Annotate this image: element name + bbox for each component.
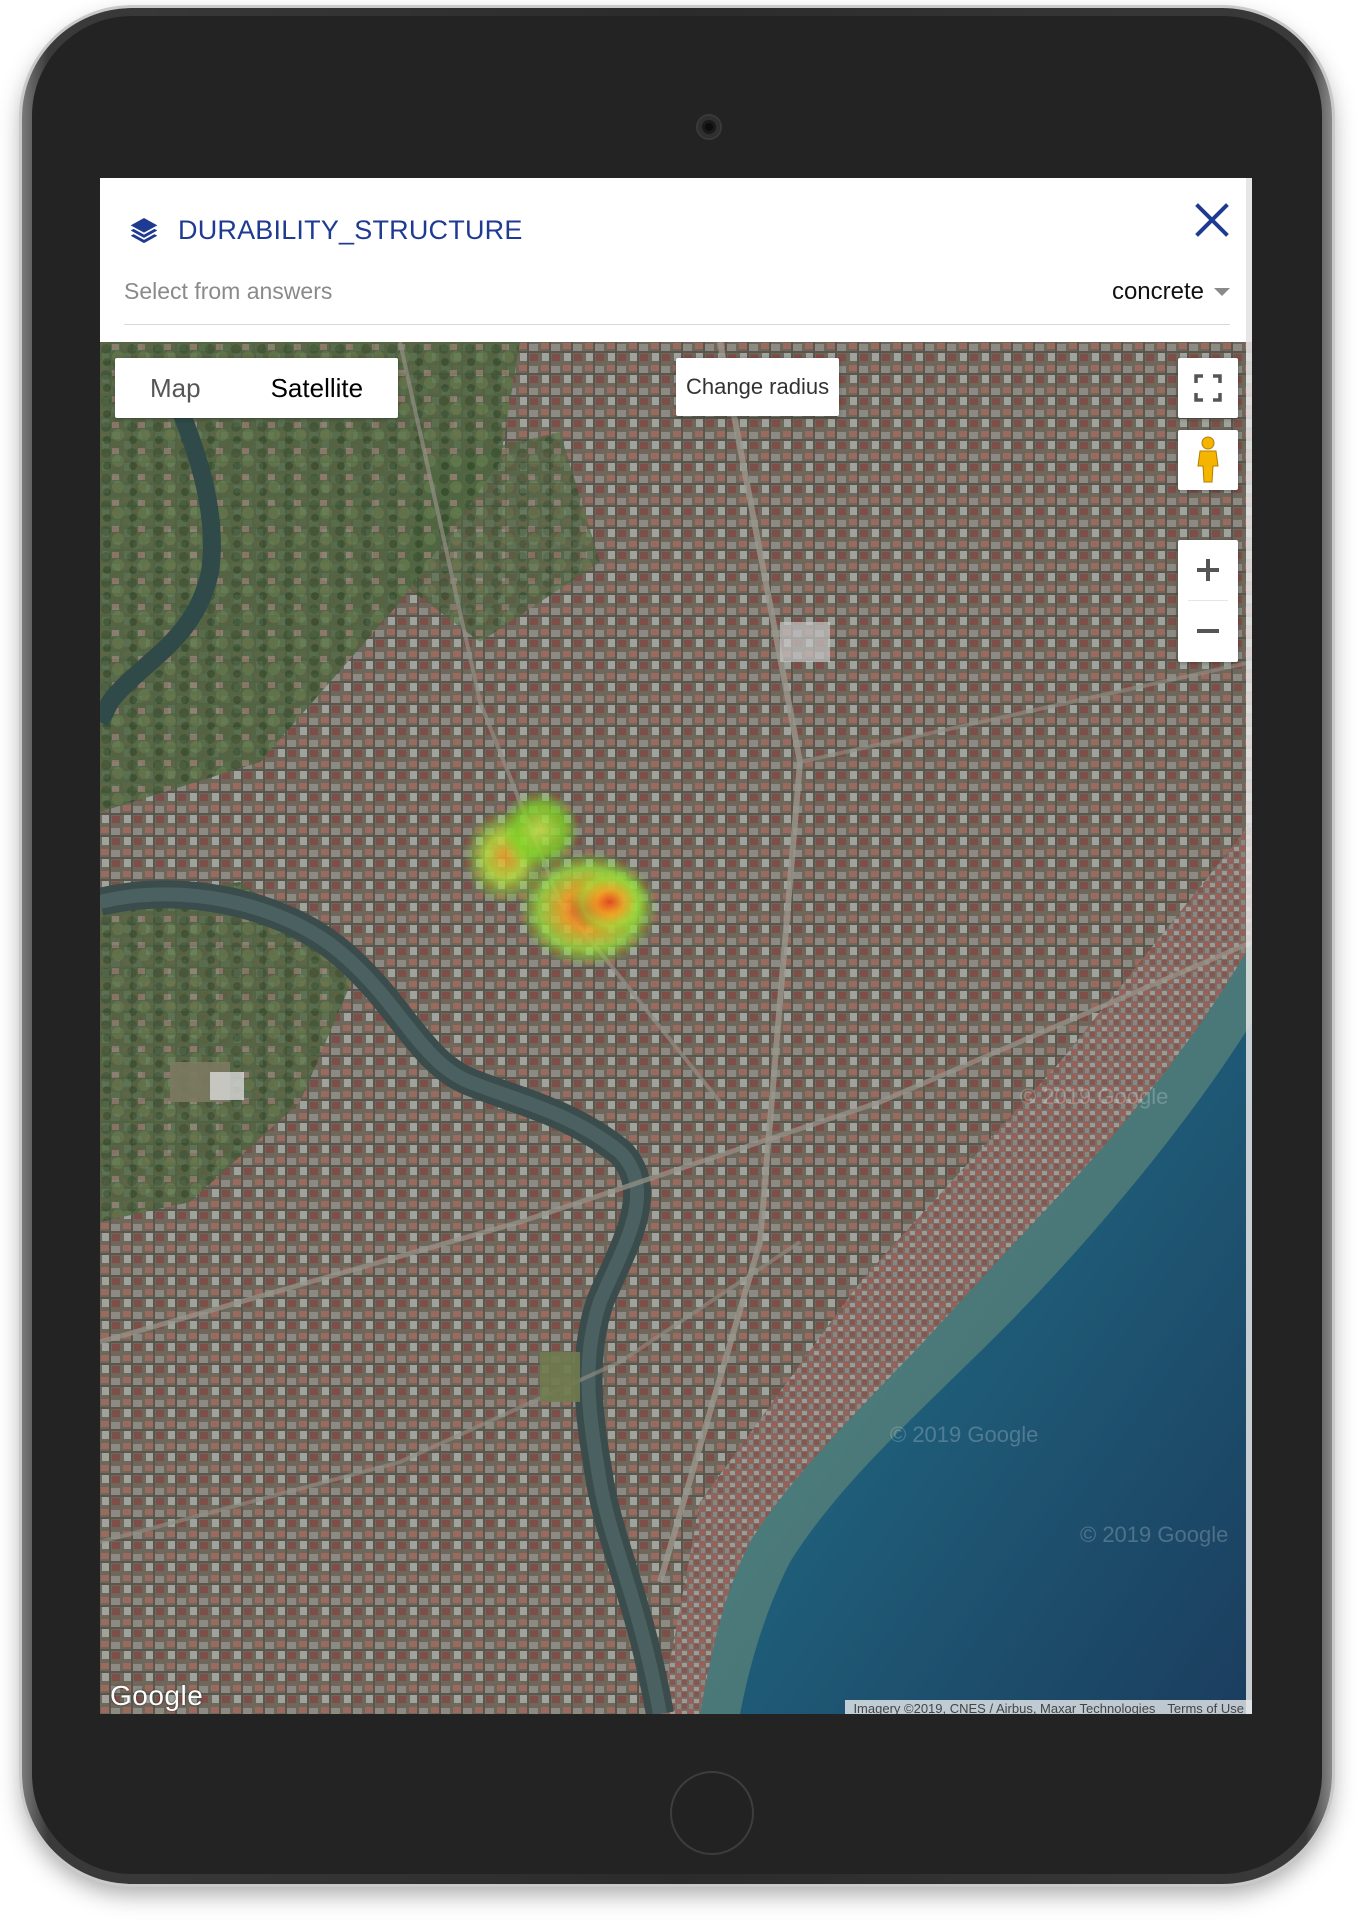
zoom-in-icon	[1197, 559, 1219, 581]
map-type-toggle: Map Satellite	[115, 358, 399, 418]
satellite-map[interactable]: Map Satellite Change radius © 2019 Googl…	[100, 342, 1252, 1714]
select-value: concrete	[1111, 278, 1204, 305]
layers-icon	[130, 218, 158, 244]
satellite-imagery	[100, 342, 1252, 1714]
satellite-label: Satellite	[270, 373, 364, 403]
dialog-header: DURABILITY_STRUCTURE Select from answers…	[100, 178, 1252, 342]
map-attribution: Imagery ©2019, CNES / Airbus, Maxar Tech…	[845, 1700, 1252, 1714]
attribution-text: Imagery ©2019, CNES / Airbus, Maxar Tech…	[853, 1701, 1156, 1714]
fullscreen-button[interactable]	[1178, 358, 1238, 418]
map-type-satellite-button[interactable]: Satellite	[236, 358, 399, 418]
home-button[interactable]	[670, 1771, 754, 1855]
change-radius-button[interactable]: Change radius	[676, 358, 840, 416]
terms-link[interactable]: Terms of Use	[1167, 1700, 1244, 1714]
close-icon[interactable]	[1190, 198, 1234, 242]
zoom-in-button[interactable]	[1178, 540, 1238, 600]
google-logo: Google	[110, 1680, 204, 1711]
scrollbar[interactable]	[1246, 342, 1252, 1714]
camera-icon	[698, 116, 720, 138]
map-watermark: © 2019 Google	[890, 1422, 1039, 1447]
pegman-icon	[1197, 436, 1219, 483]
zoom-out-button[interactable]	[1178, 601, 1238, 661]
map-type-map-button[interactable]: Map	[115, 358, 236, 418]
fullscreen-icon	[1194, 374, 1222, 402]
title-row: DURABILITY_STRUCTURE	[128, 208, 523, 252]
app-screen: DURABILITY_STRUCTURE Select from answers…	[100, 178, 1252, 1714]
street-view-button[interactable]	[1178, 430, 1238, 490]
answer-select[interactable]: Select from answers concrete	[124, 272, 1230, 325]
map-watermark: © 2019 Google	[1080, 1522, 1229, 1547]
select-placeholder: Select from answers	[124, 278, 333, 304]
page-title: DURABILITY_STRUCTURE	[178, 214, 523, 245]
scrollbar[interactable]	[1246, 178, 1252, 342]
zoom-controls	[1178, 540, 1238, 662]
map-watermark: © 2019 Google	[1020, 1084, 1169, 1109]
zoom-out-icon	[1197, 629, 1219, 633]
chevron-down-icon	[1214, 288, 1230, 296]
